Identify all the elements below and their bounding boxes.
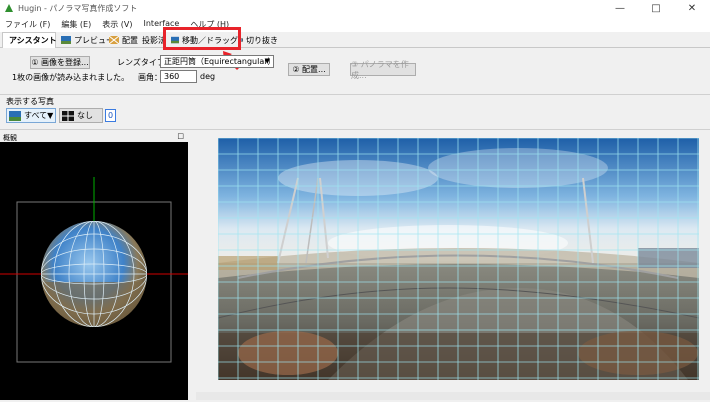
pin-icon[interactable]: □: [177, 132, 184, 140]
align-button[interactable]: ② 配置...: [288, 63, 330, 76]
lens-type-value: 正距円筒（Equirectangular）: [164, 57, 274, 66]
highlight-box: [163, 27, 241, 50]
horizontal-scrollbar[interactable]: [196, 392, 710, 400]
title-bar: Hugin - パノラマ写真作成ソフト — □ ✕: [0, 0, 710, 17]
tab-layout-label: 配置: [122, 35, 138, 45]
create-panorama-button: ③ パノラマを作成...: [350, 60, 416, 80]
display-images-label: 表示する写真: [6, 97, 54, 106]
menu-file[interactable]: ファイル (F): [0, 17, 56, 32]
tab-layout[interactable]: 配置: [106, 33, 140, 47]
preview-icon: [61, 36, 71, 44]
hugin-app-icon: [5, 4, 13, 12]
divider: [0, 129, 710, 130]
close-icon[interactable]: ✕: [674, 0, 710, 17]
show-none-label: なし: [77, 111, 93, 120]
panorama-image[interactable]: [218, 138, 699, 380]
show-all-button[interactable]: すべて▼: [6, 108, 56, 123]
overview-panel[interactable]: [0, 142, 188, 400]
menu-view[interactable]: 表示 (V): [97, 17, 138, 32]
overview-header: 概観 □: [0, 132, 188, 142]
window-title: Hugin - パノラマ写真作成ソフト: [18, 4, 138, 13]
status-text: 1枚の画像が読み込まれました。: [12, 73, 130, 82]
panorama-preview[interactable]: [218, 138, 699, 380]
tab-crop-label: 切り抜き: [246, 35, 278, 45]
tab-bar: アシスタント プレビュー 配置 投影法 移動／ドラッグ 切り抜き: [0, 32, 710, 48]
all-images-icon: [9, 110, 21, 121]
show-all-label: すべて▼: [24, 111, 54, 120]
layout-icon: [109, 36, 119, 44]
image-toggle-0[interactable]: 0: [105, 109, 116, 122]
divider: [0, 94, 710, 95]
fov-unit: deg: [200, 72, 216, 81]
fov-input[interactable]: 360: [160, 70, 197, 83]
maximize-icon[interactable]: □: [638, 0, 674, 17]
show-none-button[interactable]: なし: [59, 108, 103, 123]
fov-label: 画角：: [138, 73, 162, 82]
tab-crop[interactable]: 切り抜き: [236, 33, 278, 47]
tab-assistant[interactable]: アシスタント: [2, 32, 57, 48]
tab-assistant-label: アシスタント: [9, 36, 57, 45]
tab-projection[interactable]: 投影法: [142, 33, 166, 47]
overview-sphere-view[interactable]: [0, 142, 188, 400]
chevron-down-icon: ▼: [264, 57, 270, 65]
menu-bar: ファイル (F) 編集 (E) 表示 (V) Interface ヘルプ (H): [0, 17, 710, 32]
minimize-icon[interactable]: —: [602, 0, 638, 17]
load-images-button[interactable]: ① 画像を登録...: [30, 56, 90, 69]
menu-edit[interactable]: 編集 (E): [56, 17, 97, 32]
no-images-icon: [62, 110, 74, 121]
panel-splitter[interactable]: [188, 133, 196, 400]
lens-type-select[interactable]: 正距円筒（Equirectangular） ▼: [160, 55, 274, 68]
